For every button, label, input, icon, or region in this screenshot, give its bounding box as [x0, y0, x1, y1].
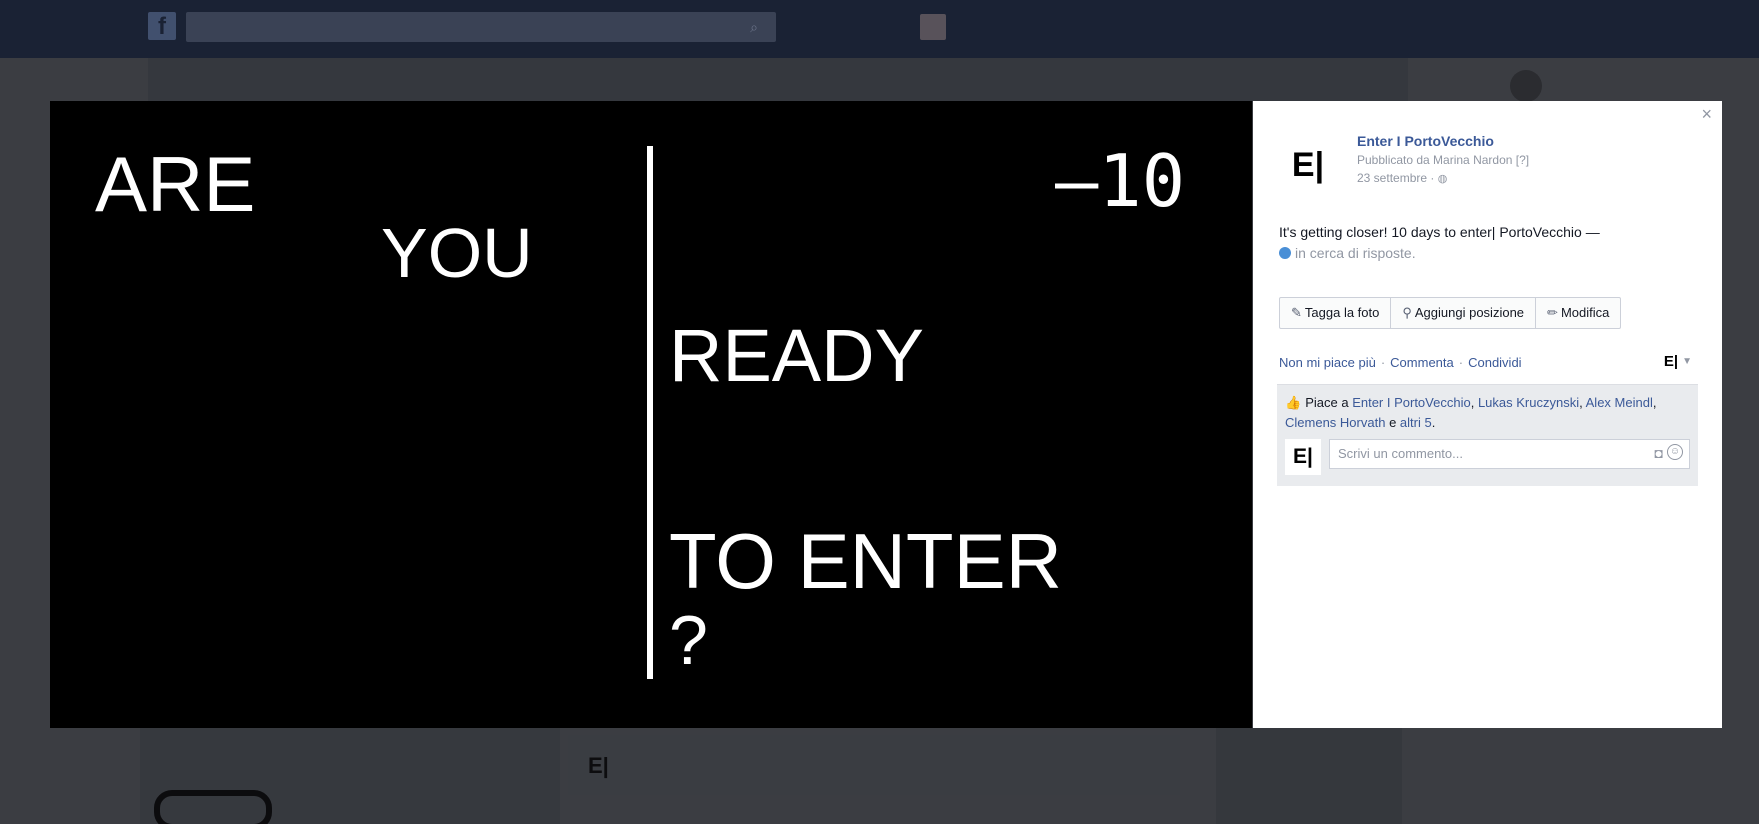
unlike-link[interactable]: Non mi piace più [1279, 355, 1376, 370]
thumbs-up-icon: 👍 [1285, 395, 1302, 410]
comment-link[interactable]: Commenta [1390, 355, 1454, 370]
post-date-text[interactable]: 23 settembre · [1357, 171, 1434, 185]
photo-text-question-mark: ? [669, 601, 708, 679]
posted-by-text: Pubblicato da Marina Nardon [?] [1357, 153, 1530, 167]
search-activity-icon [1279, 247, 1291, 259]
background-info-box [1216, 727, 1402, 824]
background-page-nav [148, 58, 1408, 102]
search-icon: ⌕ [750, 19, 758, 35]
likes-and-comments-box: 👍 Piace a Enter I PortoVecchio, Lukas Kru… [1277, 384, 1698, 486]
globe-icon[interactable]: ◍ [1438, 173, 1448, 185]
likes-summary: 👍 Piace a Enter I PortoVecchio, Lukas Kru… [1285, 393, 1690, 433]
liker-link[interactable]: Alex Meindl [1586, 395, 1653, 410]
comma: , [1652, 395, 1657, 410]
post-action-links: Non mi piace più · Commenta · Condividi [1279, 355, 1522, 370]
background-composer: E| [568, 735, 1180, 795]
photo-text-countdown: –10 [1055, 139, 1186, 223]
commenter-avatar: E| [1285, 439, 1321, 475]
voice-selector-label: E| [1663, 353, 1679, 370]
photo-text-to-enter: TO ENTER [669, 517, 1062, 605]
photo-text-you: YOU [381, 214, 533, 292]
facebook-logo-icon: f [148, 12, 176, 40]
tag-photo-label: Tagga la foto [1304, 305, 1380, 320]
liker-link[interactable]: Clemens Horvath [1285, 415, 1385, 430]
caption-text: It's getting closer! 10 days to enter| P… [1279, 224, 1600, 240]
tag-icon: ✎ [1291, 305, 1302, 320]
tag-photo-button[interactable]: ✎ Tagga la foto [1280, 298, 1392, 328]
page-name-link[interactable]: Enter I PortoVecchio [1357, 133, 1494, 149]
background-avatar [920, 14, 946, 40]
background-camera-icon [154, 790, 272, 824]
add-location-label: Aggiungi posizione [1414, 305, 1525, 320]
photo-divider-line [647, 146, 653, 679]
comment-placeholder: Scrivi un commento... [1338, 446, 1463, 461]
comma: , [1579, 395, 1583, 410]
background-top-bar: f ⌕ [0, 0, 1759, 58]
background-composer-logo: E| [588, 753, 609, 778]
pencil-icon: ✏ [1547, 305, 1558, 320]
background-chat-avatar [1510, 70, 1542, 102]
photo[interactable]: ARE YOU –10 READY TO ENTER ? [50, 101, 1252, 728]
photo-actions-bar: ✎ Tagga la foto ⚲ Aggiungi posizione ✏ Modi… [1279, 297, 1622, 329]
edit-button[interactable]: ✏ Modifica [1536, 298, 1620, 328]
separator: · [1380, 355, 1386, 370]
viewer-stage: f ⌕ E| ARE YOU –10 READY TO ENTER ? × E|… [0, 0, 1759, 824]
activity-text: in cerca di risposte. [1295, 245, 1416, 261]
period: . [1431, 415, 1436, 430]
background-search-bar: ⌕ [186, 12, 776, 42]
comma: , [1470, 395, 1475, 410]
comment-input[interactable]: Scrivi un commento... ◘ ☺ [1329, 439, 1690, 469]
location-pin-icon: ⚲ [1402, 305, 1412, 320]
add-location-button[interactable]: ⚲ Aggiungi posizione [1391, 298, 1537, 328]
caret-down-icon: ▼ [1682, 356, 1692, 367]
photo-details-panel: × E| Enter I PortoVecchio Pubblicato da … [1253, 101, 1722, 728]
camera-icon[interactable]: ◘ [1655, 445, 1663, 461]
share-link[interactable]: Condividi [1468, 355, 1521, 370]
others-link[interactable]: altri 5 [1400, 415, 1432, 430]
close-icon[interactable]: × [1701, 104, 1712, 125]
photo-text-ready: READY [669, 314, 924, 397]
edit-label: Modifica [1560, 305, 1610, 320]
likes-prefix: Piace a [1305, 395, 1349, 410]
voice-selector[interactable]: E| ▼ [1664, 353, 1692, 370]
liker-link[interactable]: Enter I PortoVecchio [1352, 395, 1471, 410]
page-avatar[interactable]: E| [1280, 137, 1336, 193]
post-date[interactable]: 23 settembre · ◍ [1357, 171, 1447, 185]
emoji-icon[interactable]: ☺ [1667, 444, 1683, 460]
and-text: e [1389, 415, 1397, 430]
post-caption: It's getting closer! 10 days to enter| P… [1279, 222, 1699, 264]
separator: · [1458, 355, 1464, 370]
photo-text-are: ARE [95, 140, 256, 228]
liker-link[interactable]: Lukas Kruczynski [1478, 395, 1579, 410]
